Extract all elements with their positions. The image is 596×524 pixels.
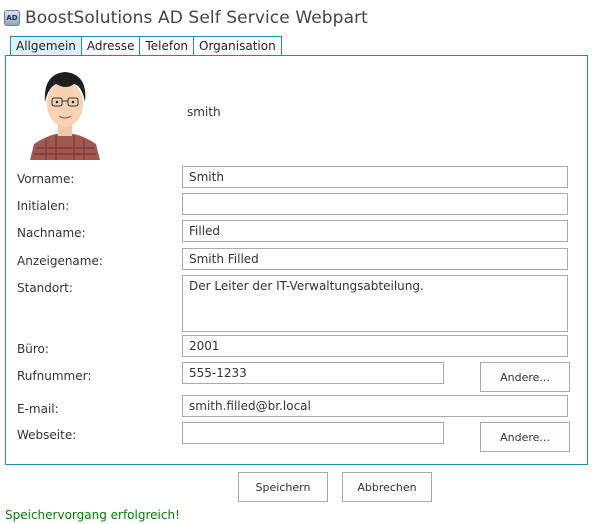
rufnummer-field[interactable] [182,362,444,384]
username: smith [187,105,221,119]
tab-allgemein[interactable]: Allgemein [10,36,82,56]
header: AD BoostSolutions AD Self Service Webpar… [4,6,368,30]
nachname-field[interactable] [182,220,568,242]
initialen-field[interactable] [182,193,568,215]
cancel-button[interactable]: Abbrechen [342,472,432,502]
tab-bar: Allgemein Adresse Telefon Organisation [10,36,282,56]
app-icon: AD [4,10,20,26]
tab-telefon[interactable]: Telefon [139,36,195,56]
tab-organisation[interactable]: Organisation [193,36,282,56]
avatar [26,62,104,160]
email-field[interactable] [182,395,568,417]
email-label: E-mail: [17,402,59,416]
buero-field[interactable] [182,335,568,357]
nachname-label: Nachname: [17,226,86,240]
webseite-label: Webseite: [17,428,77,442]
tab-adresse[interactable]: Adresse [80,36,141,56]
webseite-field[interactable] [182,422,444,444]
rufnummer-label: Rufnummer: [17,369,92,383]
anzeigename-label: Anzeigename: [17,254,103,268]
status-message: Speichervorgang erfolgreich! [5,508,180,522]
page-title: BoostSolutions AD Self Service Webpart [25,8,368,28]
initialen-label: Initialen: [17,199,70,213]
anzeigename-field[interactable] [182,248,568,270]
vorname-label: Vorname: [17,172,75,186]
save-button[interactable]: Speichern [238,472,328,502]
vorname-field[interactable] [182,166,568,188]
rufnummer-other-button[interactable]: Andere... [480,362,570,392]
webseite-other-button[interactable]: Andere... [480,422,570,452]
buero-label: Büro: [17,342,49,356]
standort-label: Standort: [17,281,73,295]
standort-field[interactable]: Der Leiter der IT-Verwaltungsabteilung. [182,275,568,332]
